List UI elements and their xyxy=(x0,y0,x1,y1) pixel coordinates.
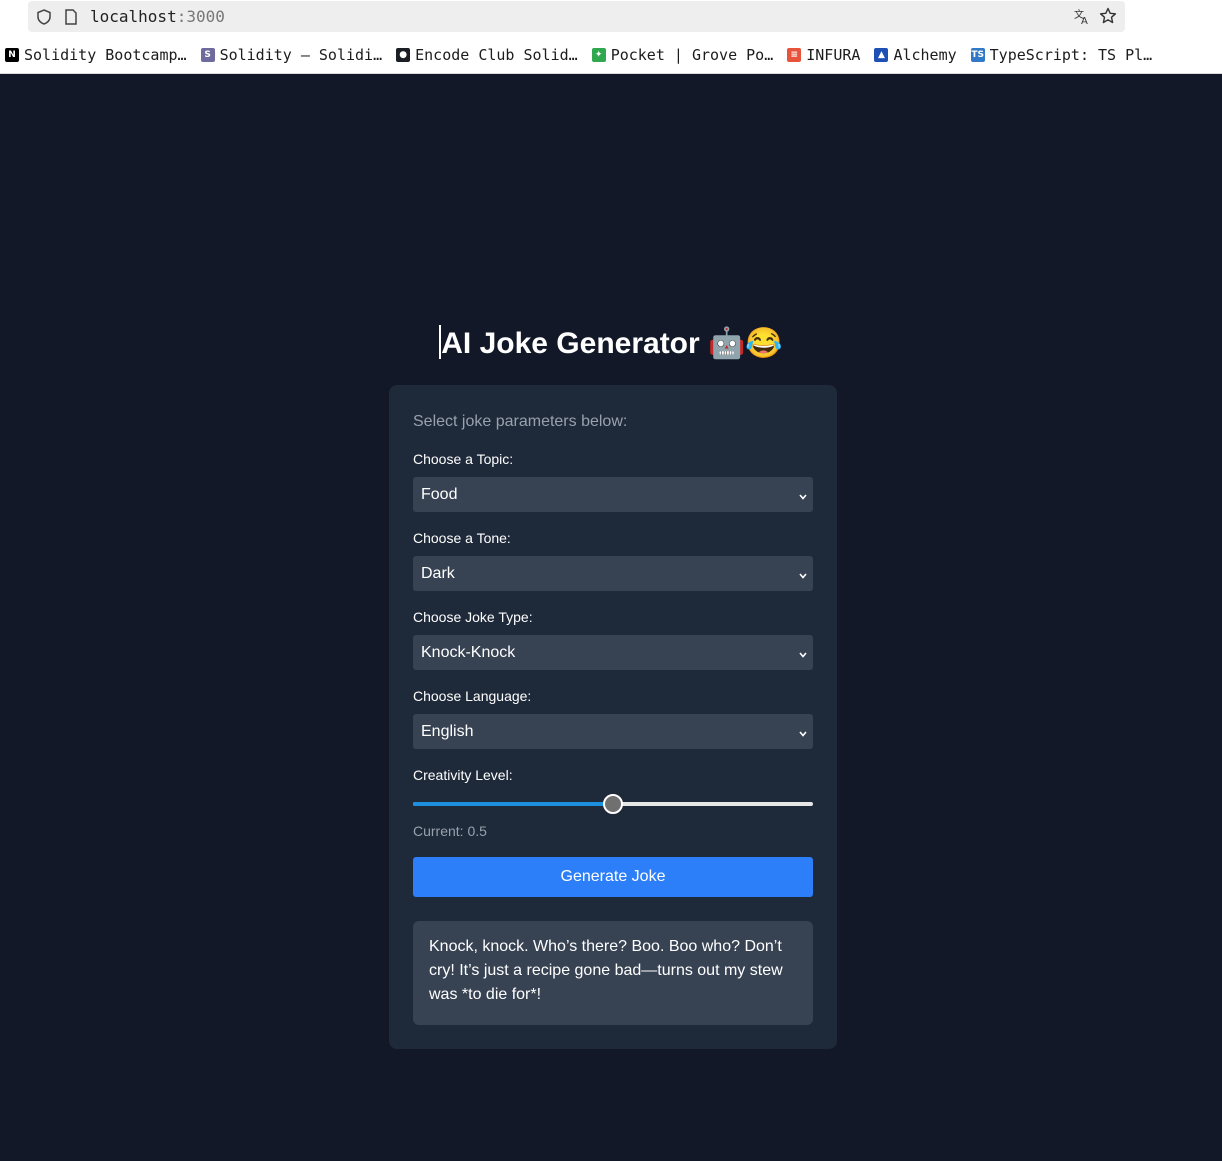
pocket-icon: ✦ xyxy=(591,48,606,62)
notion-icon: N xyxy=(5,48,19,62)
bookmark-item[interactable]: ● Encode Club Solid… xyxy=(396,46,578,64)
bookmark-label: INFURA xyxy=(806,46,861,64)
bookmark-item[interactable]: N Solidity Bootcamp… xyxy=(5,46,187,64)
bookmark-star-icon[interactable] xyxy=(1099,7,1117,30)
generate-joke-button[interactable]: Generate Joke xyxy=(413,857,813,897)
github-icon: ● xyxy=(396,48,411,62)
topic-select[interactable]: Food xyxy=(413,477,813,512)
language-select[interactable]: English xyxy=(413,714,813,749)
tone-label: Choose a Tone: xyxy=(413,530,511,546)
bookmark-label: Solidity — Solidi… xyxy=(219,46,383,64)
chevron-down-icon xyxy=(798,568,808,586)
solidity-icon: S xyxy=(200,48,215,62)
form-subtitle: Select joke parameters below: xyxy=(413,413,628,430)
tone-select[interactable]: Dark xyxy=(413,556,813,591)
slider-fill xyxy=(413,802,613,806)
bookmark-label: TypeScript: TS Pl… xyxy=(989,46,1153,64)
bookmark-label: Pocket | Grove Po… xyxy=(610,46,774,64)
translate-icon[interactable]: 文A xyxy=(1073,7,1091,30)
page-title: AI Joke Generator 🤖😂 xyxy=(0,325,1222,361)
bookmarks-bar: N Solidity Bootcamp… S Solidity — Solidi… ● E… xyxy=(0,42,1222,68)
page-icon xyxy=(64,9,78,30)
url-port: :3000 xyxy=(176,7,225,26)
alchemy-icon: ▲ xyxy=(874,48,889,62)
chevron-down-icon xyxy=(798,489,808,507)
url-host: localhost xyxy=(90,7,177,26)
shield-icon[interactable] xyxy=(36,9,52,30)
bookmark-item[interactable]: ▲ Alchemy xyxy=(874,46,957,64)
typescript-icon: TS xyxy=(970,48,985,62)
joke-output: Knock, knock. Who’s there? Boo. Boo who?… xyxy=(413,921,813,1025)
topic-label: Choose a Topic: xyxy=(413,451,514,467)
bookmark-item[interactable]: ≡ INFURA xyxy=(787,46,860,64)
svg-text:A: A xyxy=(1081,16,1088,25)
address-bar[interactable]: localhost:3000 文A xyxy=(28,1,1125,32)
joke-type-label: Choose Joke Type: xyxy=(413,609,533,625)
bookmark-item[interactable]: S Solidity — Solidi… xyxy=(200,46,383,64)
slider-thumb[interactable] xyxy=(603,794,623,814)
bookmark-item[interactable]: ✦ Pocket | Grove Po… xyxy=(591,46,774,64)
joke-type-select[interactable]: Knock-Knock xyxy=(413,635,813,670)
url-text[interactable]: localhost:3000 xyxy=(90,7,225,26)
creativity-slider[interactable] xyxy=(413,794,813,814)
browser-chrome: localhost:3000 文A N Solidity Bootcamp… S So… xyxy=(0,0,1222,74)
language-label: Choose Language: xyxy=(413,688,532,704)
joke-form-card: Select joke parameters below: Choose a T… xyxy=(389,385,837,1049)
creativity-current-value: Current: 0.5 xyxy=(413,823,487,839)
bookmark-label: Encode Club Solid… xyxy=(415,46,578,64)
joke-type-select-value: Knock-Knock xyxy=(421,643,516,661)
bookmark-label: Alchemy xyxy=(893,46,957,64)
bookmark-label: Solidity Bootcamp… xyxy=(24,46,187,64)
chevron-down-icon xyxy=(798,726,808,744)
page-title-text: AI Joke Generator 🤖😂 xyxy=(441,327,783,360)
language-select-value: English xyxy=(421,722,474,740)
creativity-label: Creativity Level: xyxy=(413,767,513,783)
tone-select-value: Dark xyxy=(421,564,455,582)
chevron-down-icon xyxy=(798,647,808,665)
bookmark-item[interactable]: TS TypeScript: TS Pl… xyxy=(970,46,1153,64)
topic-select-value: Food xyxy=(421,485,458,503)
infura-icon: ≡ xyxy=(787,48,802,62)
